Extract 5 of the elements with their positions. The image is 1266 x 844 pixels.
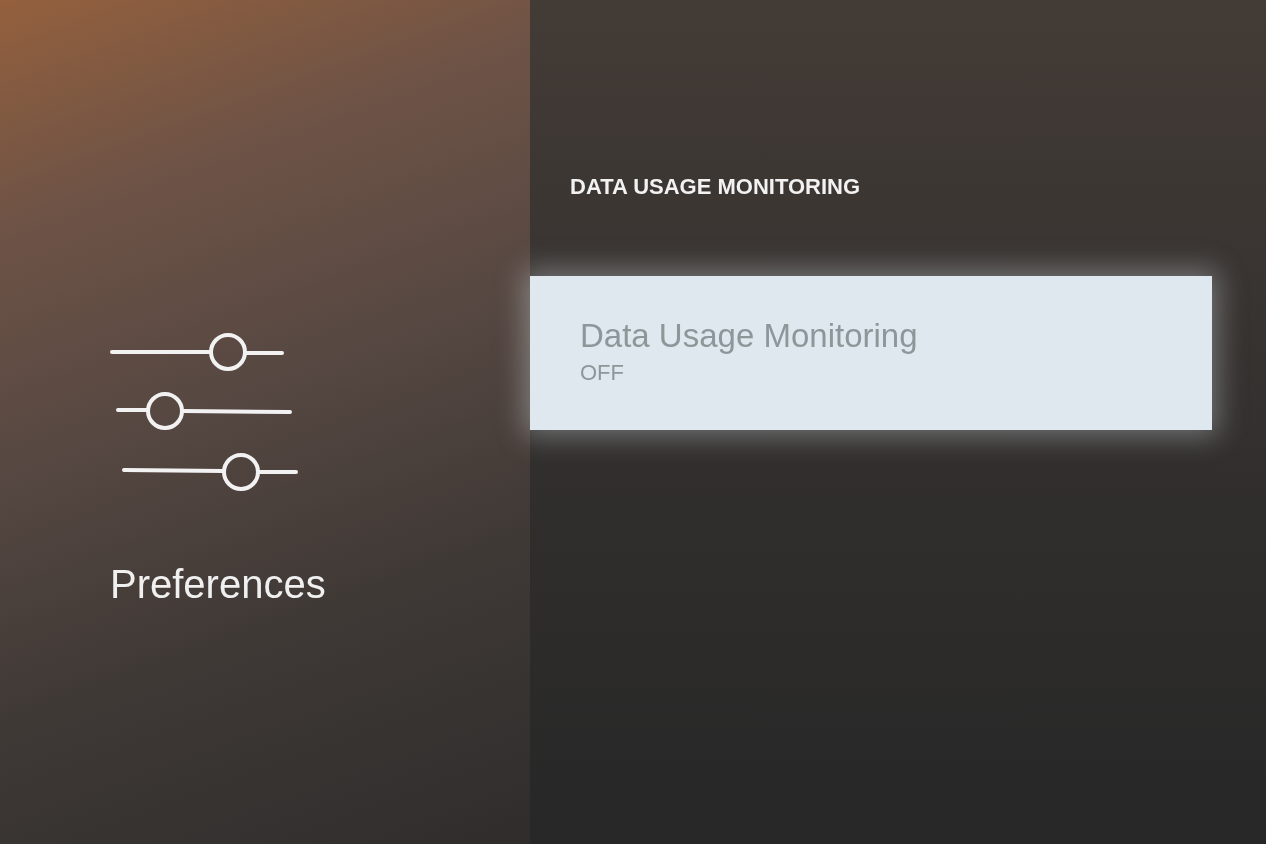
setting-value: OFF	[580, 360, 624, 387]
section-heading: DATA USAGE MONITORING	[570, 174, 861, 201]
category-title: Preferences	[110, 562, 326, 606]
setting-label: Data Usage Monitoring	[580, 316, 918, 356]
setting-item[interactable]: Data Usage Monitoring OFF	[530, 276, 1212, 431]
